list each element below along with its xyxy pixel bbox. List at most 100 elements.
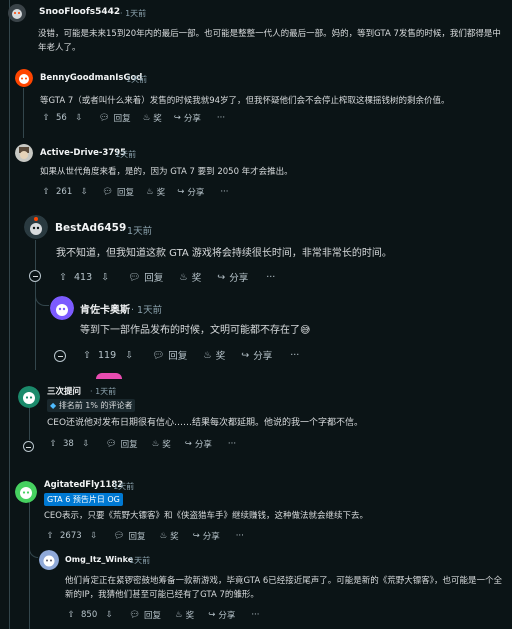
avatar[interactable] — [24, 215, 48, 239]
award-icon: ♨ — [142, 113, 151, 123]
more-options-icon[interactable]: ··· — [228, 439, 236, 449]
award-button[interactable]: ♨ 奖 — [152, 438, 171, 450]
comment-actions: ⇧ 413 ⇩ 💬︎ 回复 ♨ 奖 ↪ 分享 ··· — [56, 270, 275, 285]
vote-count: 119 — [98, 349, 117, 361]
reply-icon: 💬︎ — [98, 113, 110, 123]
share-button[interactable]: ↪ 分享 — [177, 186, 204, 198]
vote-count: 261 — [56, 187, 73, 197]
share-button[interactable]: ↪ 分享 — [217, 270, 249, 285]
username[interactable]: BestAd6459 — [55, 222, 126, 234]
avatar[interactable] — [18, 386, 40, 408]
comment-actions: ⇧ 850 ⇩ 💬︎ 回复 ♨ 奖 ↪ 分享 ··· — [65, 609, 259, 621]
comment-body: 没错，可能是未来15到20年内的最后一部。也可能是整整一代人的最后一部。妈的，等… — [38, 29, 501, 54]
share-icon: ↪ — [208, 610, 216, 620]
collapse-thread-icon[interactable] — [29, 270, 41, 282]
share-button[interactable]: ↪ 分享 — [241, 348, 273, 363]
share-label: 分享 — [183, 114, 201, 124]
username[interactable]: SnooFloofs5442 — [39, 7, 120, 17]
avatar[interactable] — [15, 481, 37, 503]
share-button[interactable]: ↪ 分享 — [208, 609, 235, 621]
more-options-icon[interactable]: ··· — [251, 610, 259, 620]
reply-button[interactable]: 💬︎ 回复 — [152, 348, 188, 363]
vote-count: 56 — [56, 113, 67, 123]
downvote-icon[interactable]: ⇩ — [73, 113, 85, 123]
upvote-icon[interactable]: ⇧ — [44, 531, 56, 541]
vote-count: 38 — [63, 439, 74, 449]
comment-bestad: BestAd6459 · 1天前 我不知道，但我知道这款 GTA 游戏将会持续很… — [0, 210, 512, 290]
reply-button[interactable]: 💬︎ 回复 — [99, 112, 131, 124]
avatar[interactable] — [50, 296, 74, 320]
timestamp: · 1天前 — [108, 482, 135, 491]
rank-icon: ◆ — [50, 401, 57, 410]
reply-label: 回复 — [128, 532, 146, 542]
share-label: 分享 — [229, 273, 249, 284]
downvote-icon[interactable]: ⇩ — [80, 439, 92, 449]
reply-label: 回复 — [144, 273, 164, 284]
award-label: 奖 — [191, 273, 202, 284]
award-icon: ♨ — [175, 610, 183, 620]
downvote-icon[interactable]: ⇩ — [122, 350, 136, 361]
avatar[interactable] — [15, 69, 33, 87]
reply-label: 回复 — [144, 611, 162, 621]
upvote-icon[interactable]: ⇧ — [47, 439, 59, 449]
share-label: 分享 — [253, 351, 273, 362]
comment-actions: ⇧ 38 ⇩ 💬︎ 回复 ♨ 奖 ↪ 分享 ··· — [47, 438, 236, 450]
reply-label: 回复 — [117, 188, 135, 198]
upvote-icon[interactable]: ⇧ — [40, 113, 52, 123]
more-options-icon[interactable]: ··· — [217, 113, 225, 123]
username[interactable]: 三次提问 — [47, 385, 81, 397]
share-label: 分享 — [202, 532, 220, 542]
comment-thread: SnooFloofs5442 · 1天前 没错，可能是未来15到20年内的最后一… — [0, 0, 512, 629]
reply-label: 回复 — [168, 351, 188, 362]
share-icon: ↪ — [173, 113, 181, 123]
comment-agitatedfly: AgitatedFly1182 · 1天前 GTA 6 预告片日 OG CEO表… — [0, 478, 512, 548]
reply-button[interactable]: 💬︎ 回复 — [129, 609, 161, 621]
timestamp: · 1天前 — [90, 387, 117, 396]
share-button[interactable]: ↪ 分享 — [185, 438, 212, 450]
avatar[interactable] — [15, 144, 33, 162]
downvote-icon[interactable]: ⇩ — [103, 610, 115, 620]
share-icon: ↪ — [217, 271, 226, 283]
share-icon: ↪ — [184, 439, 192, 449]
comment-actions: ⇧ 2673 ⇩ 💬︎ 回复 ♨ 奖 ↪ 分享 ··· — [44, 530, 244, 542]
collapse-thread-icon[interactable] — [54, 350, 66, 362]
timestamp: · 1天前 — [110, 150, 137, 159]
reply-icon: 💬︎ — [129, 610, 141, 620]
timestamp: · 1天前 — [131, 305, 163, 316]
award-button[interactable]: ♨ 奖 — [146, 186, 165, 198]
avatar-partial — [96, 373, 122, 379]
reply-icon: 💬︎ — [152, 349, 165, 361]
comment-sancitiwen: 三次提问 · 1天前 ◆ 排名前 1% 的评论者 CEO还说他对发布日期很有信心… — [0, 381, 512, 461]
share-label: 分享 — [218, 611, 236, 621]
reply-button[interactable]: 💬︎ 回复 — [106, 438, 138, 450]
avatar[interactable] — [8, 4, 26, 22]
award-button[interactable]: ♨ 奖 — [203, 348, 225, 363]
share-button[interactable]: ↪ 分享 — [193, 530, 220, 542]
reply-button[interactable]: 💬︎ 回复 — [128, 270, 164, 285]
downvote-icon[interactable]: ⇩ — [88, 531, 100, 541]
upvote-icon[interactable]: ⇧ — [56, 272, 70, 283]
more-options-icon[interactable]: ··· — [220, 187, 228, 197]
more-options-icon[interactable]: ··· — [266, 272, 275, 283]
downvote-icon[interactable]: ⇩ — [98, 272, 112, 283]
reply-button[interactable]: 💬︎ 回复 — [114, 530, 146, 542]
username[interactable]: 肯佐卡奥斯 — [80, 301, 130, 316]
upvote-icon[interactable]: ⇧ — [65, 610, 77, 620]
upvote-icon[interactable]: ⇧ — [80, 350, 94, 361]
award-button[interactable]: ♨ 奖 — [179, 270, 202, 285]
avatar[interactable] — [39, 550, 59, 570]
more-options-icon[interactable]: ··· — [290, 350, 299, 361]
award-button[interactable]: ♨ 奖 — [159, 530, 178, 542]
timestamp: · 1天前 — [121, 226, 153, 237]
downvote-icon[interactable]: ⇩ — [78, 187, 90, 197]
vote-count: 2673 — [60, 531, 82, 541]
comment-active-drive: Active-Drive-3795 · 1天前 如果从世代角度来看，是的，因为 … — [0, 140, 512, 206]
more-options-icon[interactable]: ··· — [236, 531, 244, 541]
username[interactable]: Omg_Itz_Winke — [65, 555, 133, 564]
share-button[interactable]: ↪ 分享 — [174, 112, 201, 124]
award-button[interactable]: ♨ 奖 — [143, 112, 162, 124]
award-button[interactable]: ♨ 奖 — [175, 609, 194, 621]
collapse-thread-icon[interactable] — [23, 441, 34, 452]
upvote-icon[interactable]: ⇧ — [40, 187, 52, 197]
reply-button[interactable]: 💬︎ 回复 — [102, 186, 134, 198]
